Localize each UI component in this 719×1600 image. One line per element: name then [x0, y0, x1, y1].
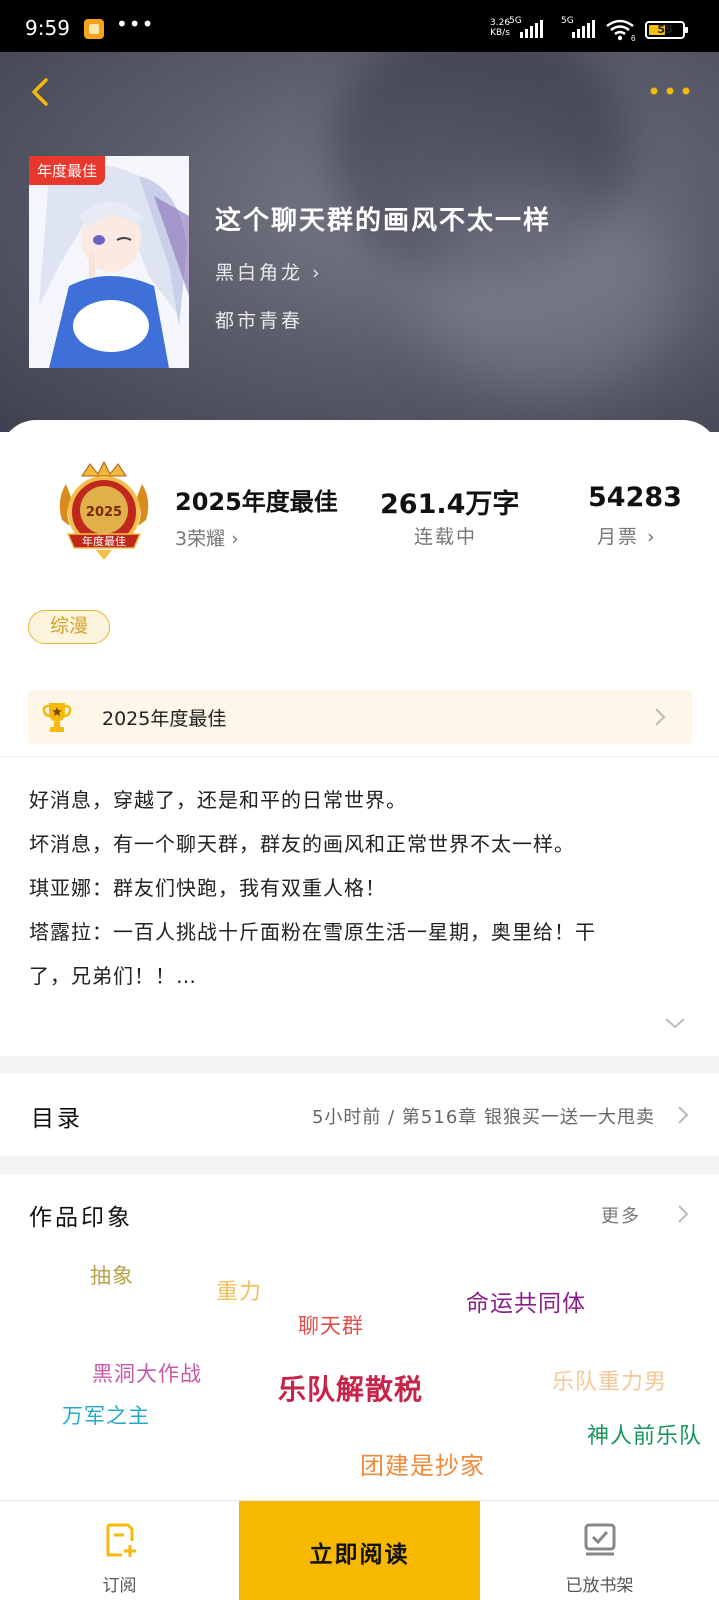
network-speed: 3.26 KB/s: [490, 18, 511, 38]
impression-tag[interactable]: 黑洞大作战: [92, 1358, 202, 1388]
impressions-title: 作品印象: [29, 1205, 133, 1231]
book-detail-card: 2025 年度最佳 2025年度最佳 3荣耀 › 261.4万字 连载中 542…: [0, 420, 719, 1500]
bookshelf-label: 已放书架: [565, 1576, 634, 1596]
award-medal-icon: 2025 年度最佳: [59, 460, 149, 560]
cover-illustration: [29, 156, 189, 368]
word-count: 261.4万字: [380, 489, 520, 520]
category-tag[interactable]: 综漫: [28, 610, 110, 644]
chevron-right-icon: [678, 1106, 689, 1124]
serial-status: 连载中: [414, 526, 478, 548]
synopsis-line: 了，兄弟们！！…: [29, 964, 197, 988]
chevron-right-icon: [678, 1205, 689, 1223]
signal-1-icon: [520, 20, 543, 38]
more-notifications-icon: •••: [116, 12, 155, 36]
impression-tag[interactable]: 重力: [216, 1274, 262, 1306]
synopsis-line: 坏消息，有一个聊天群，群友的画风和正常世界不太一样。: [29, 832, 575, 856]
synopsis-line: 好消息，穿越了，还是和平的日常世界。: [29, 788, 407, 812]
book-genre: 都市青春: [215, 310, 304, 332]
read-now-label: 立即阅读: [309, 1542, 410, 1568]
divider: [0, 756, 719, 757]
table-of-contents-row[interactable]: 目录 5小时前 / 第516章 银狼买一送一大甩卖: [0, 1075, 719, 1157]
svg-text:2025: 2025: [86, 505, 122, 520]
honors-link[interactable]: 3荣耀 ›: [175, 524, 239, 551]
trophy-icon: [42, 703, 72, 732]
section-divider: [0, 1156, 719, 1174]
impression-tag[interactable]: 神人前乐队: [587, 1418, 702, 1450]
impression-tag[interactable]: 抽象: [90, 1260, 134, 1290]
app-notification-icon: [84, 19, 104, 39]
back-button[interactable]: [26, 72, 56, 112]
impression-tag[interactable]: 乐队重力男: [552, 1364, 667, 1396]
subscribe-icon: [106, 1523, 136, 1557]
section-divider: [0, 1056, 719, 1074]
award-banner-label: 2025年度最佳: [102, 708, 227, 730]
expand-chevron-icon[interactable]: [664, 1016, 686, 1030]
status-bar: 9:59 ••• 3.26 KB/s 5G 5G 6 55: [0, 0, 719, 52]
more-options-button[interactable]: [648, 80, 692, 102]
latest-chapter: 5小时前 / 第516章 银狼买一送一大甩卖: [311, 1107, 655, 1128]
monthly-votes-link[interactable]: 月票 ›: [597, 522, 657, 549]
impressions-more-link[interactable]: 更多: [601, 1202, 641, 1228]
clock: 9:59: [25, 16, 70, 40]
bookshelf-check-icon: [584, 1523, 615, 1556]
toc-title: 目录: [31, 1106, 83, 1132]
subscribe-button[interactable]: 订阅: [0, 1501, 239, 1600]
bottom-action-bar: 订阅 立即阅读 已放书架: [0, 1500, 719, 1600]
award-title: 2025年度最佳: [175, 488, 338, 516]
impression-tag[interactable]: 团建是抄家: [360, 1446, 485, 1481]
synopsis-line: 塔露拉：一百人挑战十斤面粉在雪原生活一星期，奥里给！干: [29, 920, 596, 944]
subscribe-label: 订阅: [102, 1576, 137, 1596]
impression-tag[interactable]: 万军之主: [62, 1400, 150, 1430]
book-header: 年度最佳 这个聊天群的画风不太一样 黑白角龙 › 都市青春: [0, 52, 719, 432]
author-link[interactable]: 黑白角龙 ›: [215, 258, 323, 285]
battery-icon: 55: [645, 21, 688, 39]
book-title: 这个聊天群的画风不太一样: [215, 206, 552, 236]
award-banner[interactable]: 2025年度最佳: [28, 690, 692, 744]
synopsis-line: 琪亚娜：群友们快跑，我有双重人格！: [29, 876, 386, 900]
signal-2-icon: [572, 20, 595, 38]
impression-tag[interactable]: 命运共同体: [466, 1284, 586, 1318]
cover-badge: 年度最佳: [29, 156, 106, 185]
svg-text:6: 6: [631, 34, 636, 42]
read-now-button[interactable]: 立即阅读: [239, 1501, 480, 1600]
bookshelf-button[interactable]: 已放书架: [480, 1501, 719, 1600]
wifi-icon: 6: [606, 19, 636, 42]
impression-tag[interactable]: 聊天群: [298, 1310, 364, 1340]
chevron-right-icon: [655, 708, 666, 726]
book-cover[interactable]: 年度最佳: [29, 156, 189, 368]
svg-text:年度最佳: 年度最佳: [82, 534, 126, 548]
synopsis: 好消息，穿越了，还是和平的日常世界。 坏消息，有一个聊天群，群友的画风和正常世界…: [29, 778, 679, 998]
monthly-votes-count: 54283: [588, 482, 682, 513]
impression-tag[interactable]: 乐队解散税: [278, 1368, 423, 1408]
